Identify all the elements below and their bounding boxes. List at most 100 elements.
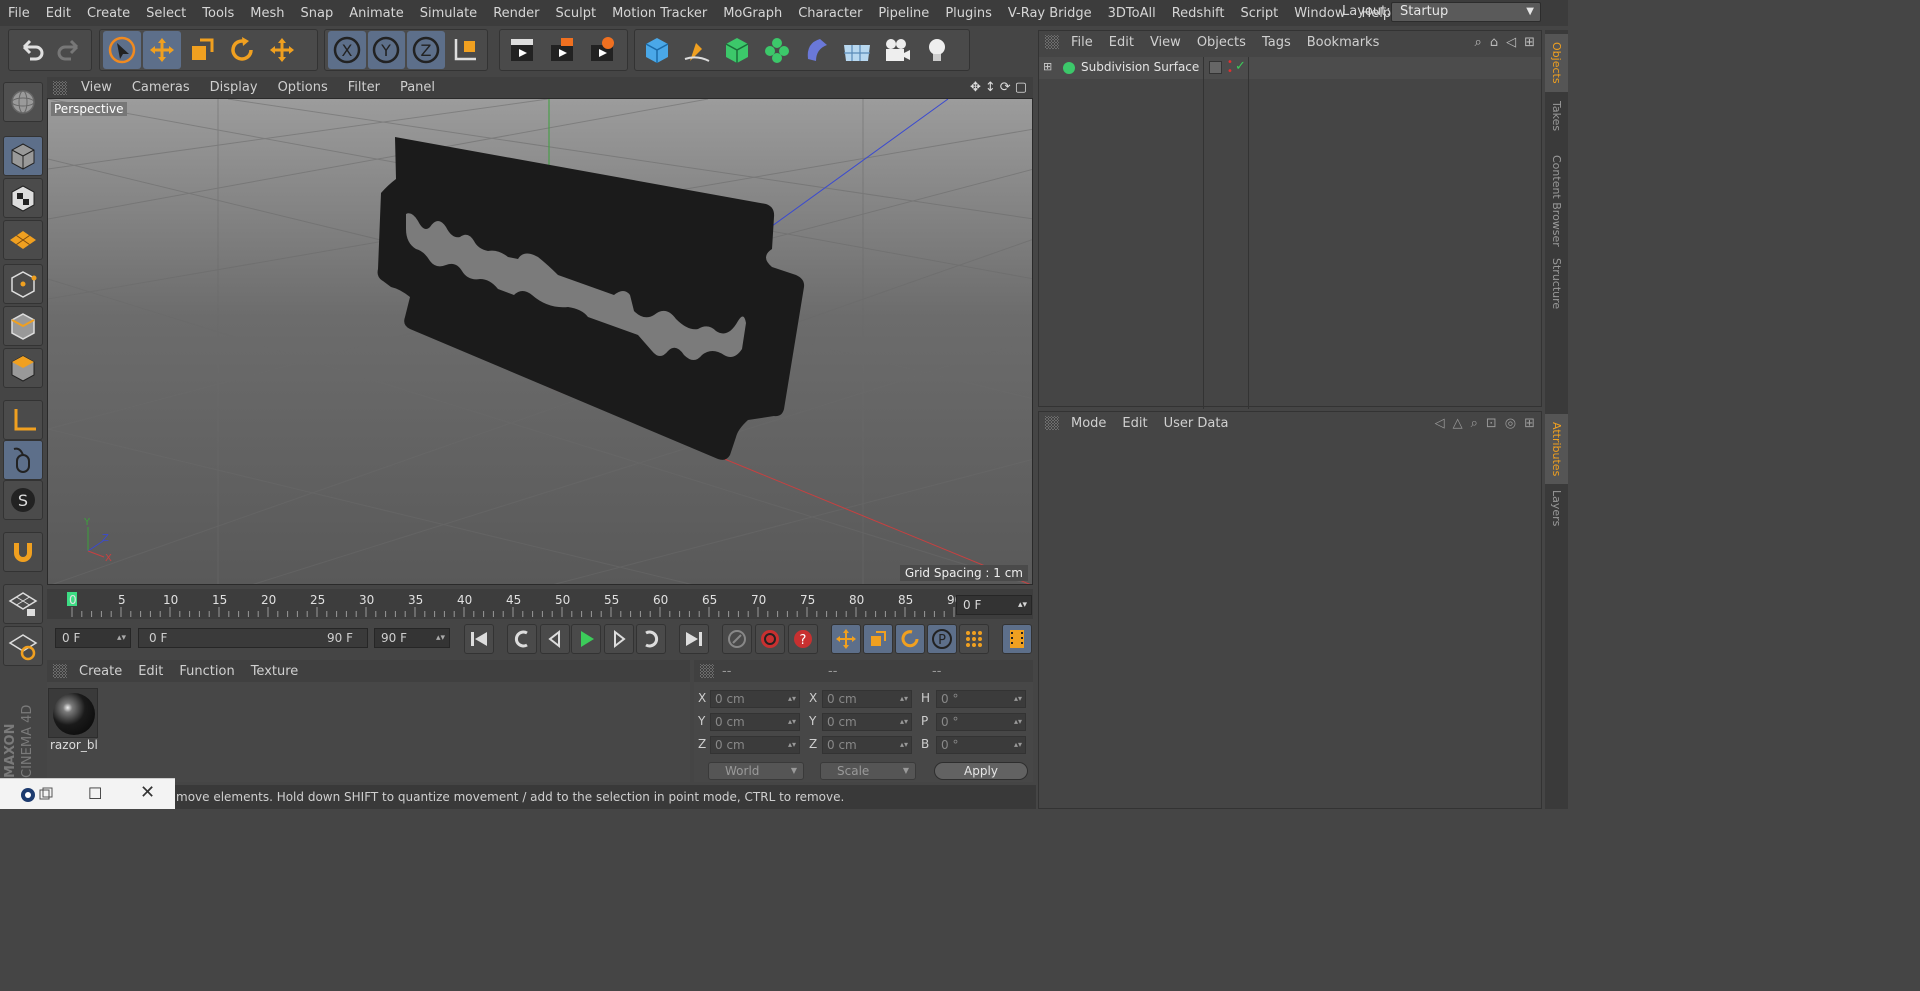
start-frame-field[interactable]: 0 F ▴▾ (55, 628, 131, 648)
play-button[interactable] (571, 624, 601, 654)
keyframe-selection-button[interactable]: ? (788, 624, 818, 654)
autokey-button[interactable] (755, 624, 785, 654)
object-menu-bookmarks[interactable]: Bookmarks (1299, 35, 1388, 50)
material-menu-function[interactable]: Function (171, 664, 242, 679)
floor-object-button[interactable] (838, 31, 876, 69)
y-axis-lock-button[interactable]: Y (367, 31, 405, 69)
material-menu-texture[interactable]: Texture (243, 664, 307, 679)
pos-z-field[interactable]: 0 cm ▴▾ (710, 736, 800, 754)
viewport-menu-panel[interactable]: Panel (390, 80, 445, 95)
attribute-menu-user-data[interactable]: User Data (1156, 416, 1237, 431)
menu-plugins[interactable]: Plugins (937, 6, 1000, 21)
viewport-menu-display[interactable]: Display (200, 80, 268, 95)
window-taskbar-button[interactable]: ☐ ✕ (0, 778, 175, 809)
material-swatch[interactable] (48, 688, 98, 738)
back-arrow-icon[interactable]: ◁ (1435, 416, 1445, 431)
close-icon[interactable]: ✕ (140, 782, 155, 803)
panel-grip-icon[interactable] (1045, 35, 1059, 49)
rot-b-field[interactable]: 0 ° ▴▾ (936, 736, 1026, 754)
select-tool-button[interactable] (103, 31, 141, 69)
home-icon[interactable]: ⌂ (1490, 35, 1498, 50)
timeline-window-button[interactable] (1002, 624, 1032, 654)
menu-motion-tracker[interactable]: Motion Tracker (604, 6, 715, 21)
menu-simulate[interactable]: Simulate (412, 6, 485, 21)
menu-animate[interactable]: Animate (341, 6, 411, 21)
render-settings-button[interactable] (583, 31, 621, 69)
record-keys-button[interactable] (722, 624, 752, 654)
key-pla-button[interactable] (959, 624, 989, 654)
size-x-field[interactable]: 0 cm ▴▾ (822, 690, 912, 708)
next-key-button[interactable] (636, 624, 666, 654)
live-select-button[interactable] (263, 31, 301, 69)
tab-content-browser[interactable]: Content Browser (1545, 142, 1568, 260)
dolly-view-icon[interactable]: ↕ (985, 80, 996, 95)
tab-layers[interactable]: Layers (1545, 486, 1568, 530)
layout-select[interactable]: Startup ▼ (1391, 2, 1541, 22)
key-rotation-button[interactable] (895, 624, 925, 654)
viewport-menu-filter[interactable]: Filter (338, 80, 390, 95)
axis-mode-button[interactable] (3, 400, 43, 440)
edges-mode-button[interactable] (3, 306, 43, 346)
attribute-menu-edit[interactable]: Edit (1114, 416, 1155, 431)
rotate-tool-button[interactable] (223, 31, 261, 69)
camera-object-button[interactable] (878, 31, 916, 69)
lock-icon[interactable]: ⊡ (1486, 416, 1497, 431)
menu-script[interactable]: Script (1233, 6, 1287, 21)
z-axis-lock-button[interactable]: Z (407, 31, 445, 69)
redo-button[interactable] (51, 31, 88, 69)
viewport-menu-cameras[interactable]: Cameras (122, 80, 200, 95)
pen-spline-button[interactable] (678, 31, 716, 69)
object-name[interactable]: Subdivision Surface (1081, 60, 1199, 74)
object-menu-file[interactable]: File (1063, 35, 1101, 50)
pos-y-field[interactable]: 0 cm ▴▾ (710, 713, 800, 731)
material-menu-create[interactable]: Create (71, 664, 130, 679)
menu-tools[interactable]: Tools (194, 6, 242, 21)
go-to-end-button[interactable] (679, 624, 709, 654)
current-frame-field[interactable]: 0 F ▴▾ (956, 595, 1032, 615)
move-tool-button[interactable] (143, 31, 181, 69)
pan-view-icon[interactable]: ✥ (970, 80, 981, 95)
next-frame-button[interactable] (604, 624, 634, 654)
back-icon[interactable]: ◁ (1506, 35, 1516, 50)
new-panel-icon[interactable]: ⊞ (1524, 416, 1535, 431)
key-parameter-button[interactable]: P (927, 624, 957, 654)
viewport-menu-options[interactable]: Options (268, 80, 338, 95)
menu-mesh[interactable]: Mesh (242, 6, 292, 21)
pos-x-field[interactable]: 0 cm ▴▾ (710, 690, 800, 708)
key-position-button[interactable] (831, 624, 861, 654)
tab-attributes[interactable]: Attributes (1545, 414, 1568, 484)
up-arrow-icon[interactable]: △ (1453, 416, 1463, 431)
menu-3dtoall[interactable]: 3DToAll (1100, 6, 1164, 21)
maximize-icon[interactable]: ☐ (88, 784, 102, 803)
layer-swatch[interactable] (1209, 61, 1222, 74)
new-panel-icon[interactable]: ⊞ (1524, 35, 1535, 50)
menu-redshift[interactable]: Redshift (1164, 6, 1233, 21)
texture-mode-button[interactable] (3, 178, 43, 218)
polygons-mode-button[interactable] (3, 348, 43, 388)
x-axis-lock-button[interactable]: X (328, 31, 366, 69)
render-to-picture-viewer-button[interactable] (543, 31, 581, 69)
previous-key-button[interactable] (507, 624, 537, 654)
frame-range-slider[interactable]: 0 F 90 F (138, 628, 368, 648)
perspective-viewport[interactable]: Perspective Grid Spacing : 1 cm Y Z X (47, 98, 1033, 585)
object-menu-tags[interactable]: Tags (1254, 35, 1299, 50)
maximize-view-icon[interactable]: ▢ (1015, 80, 1027, 95)
expand-icon[interactable]: ⊞ (1043, 60, 1052, 73)
size-mode-dropdown[interactable]: Scale ▼ (820, 762, 916, 780)
light-object-button[interactable] (918, 31, 956, 69)
end-frame-field[interactable]: 90 F ▴▾ (374, 628, 450, 648)
orbit-view-icon[interactable]: ⟳ (1000, 80, 1011, 95)
planar-workplane-button[interactable] (3, 626, 43, 666)
coordinate-space-dropdown[interactable]: World ▼ (708, 762, 804, 780)
menu-edit[interactable]: Edit (38, 6, 79, 21)
object-menu-view[interactable]: View (1142, 35, 1189, 50)
enabled-checkmark-icon[interactable]: ✓ (1235, 59, 1246, 74)
undo-button[interactable] (12, 31, 49, 69)
menu-render[interactable]: Render (485, 6, 547, 21)
menu-sculpt[interactable]: Sculpt (547, 6, 604, 21)
object-menu-objects[interactable]: Objects (1189, 35, 1254, 50)
model-mode-button[interactable] (3, 136, 43, 176)
tweak-mode-button[interactable] (3, 440, 43, 480)
search-icon[interactable]: ⌕ (1471, 416, 1478, 431)
menu-create[interactable]: Create (79, 6, 138, 21)
